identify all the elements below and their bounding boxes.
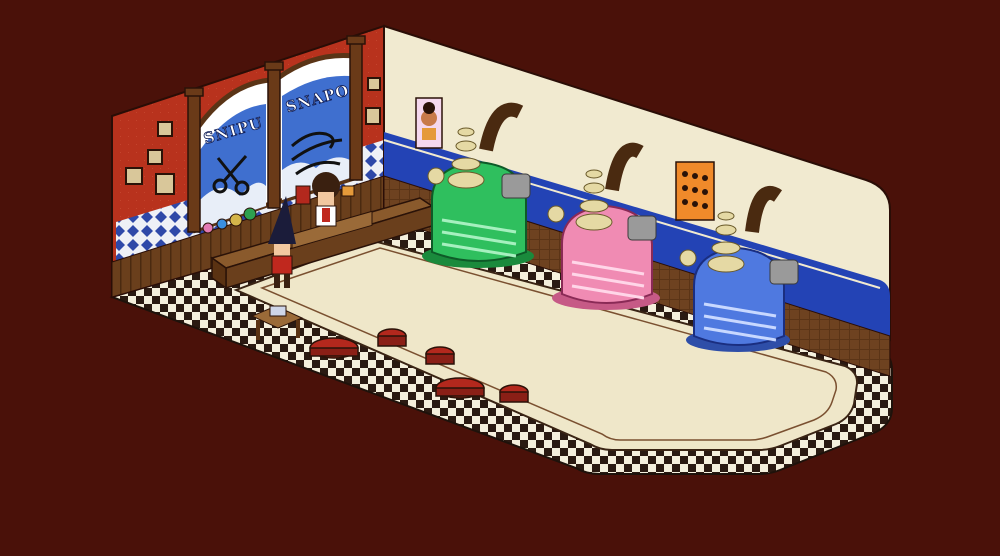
wall-poster bbox=[415, 97, 443, 149]
salon-room-scene: SNIPU SNAPO bbox=[109, 24, 893, 475]
hairstyle-chart-icon bbox=[675, 161, 715, 221]
